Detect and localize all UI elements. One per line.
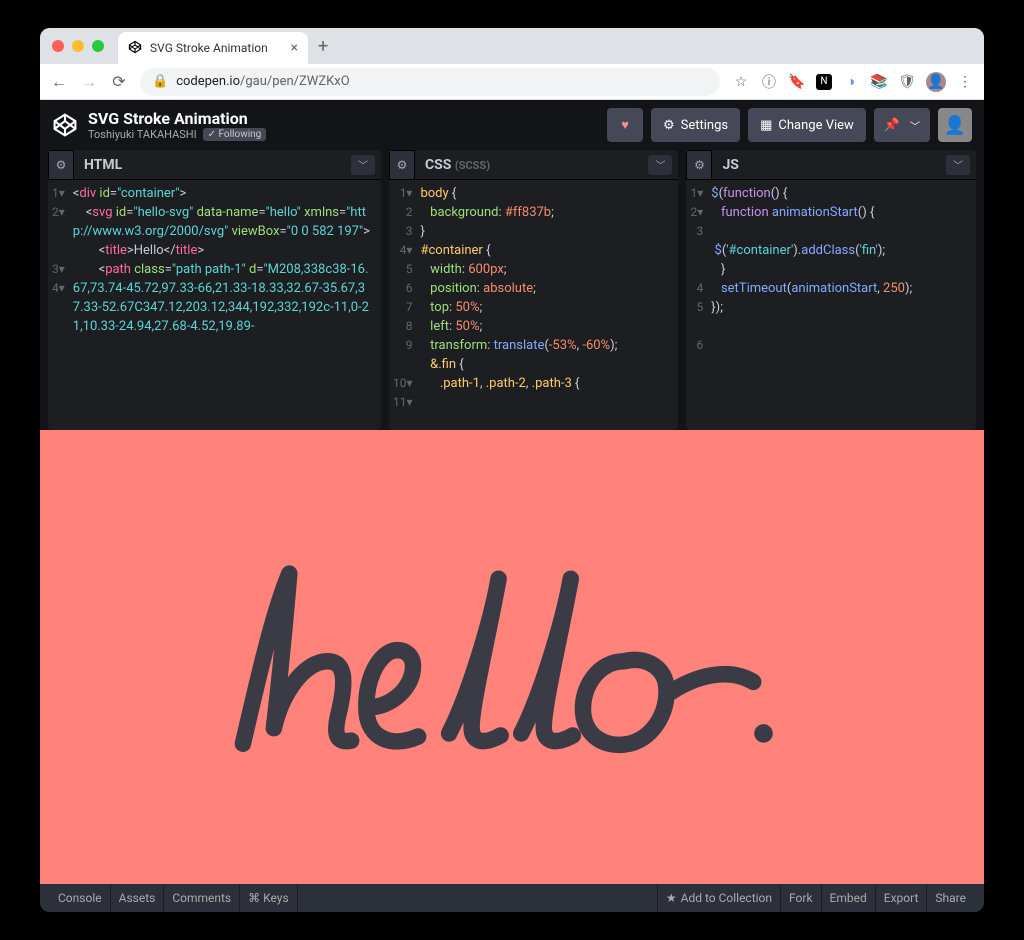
reload-icon[interactable]: ⟳ (110, 72, 128, 91)
browser-chrome: SVG Stroke Animation × + ← → ⟳ 🔒 codepen… (40, 28, 984, 100)
codepen-logo-icon[interactable] (52, 112, 78, 138)
ext-icon-4[interactable]: 📚 (870, 73, 888, 91)
url-host: codepen.io (176, 74, 240, 89)
lock-icon: 🔒 (152, 74, 168, 89)
css-pane-subtitle: (SCSS) (455, 159, 490, 172)
browser-tab[interactable]: SVG Stroke Animation × (118, 32, 308, 64)
new-tab-button[interactable]: + (318, 36, 328, 57)
html-pane-title: HTML (74, 157, 132, 173)
ext-icon-1[interactable]: 🔖 (788, 73, 806, 91)
change-view-button[interactable]: ▦ Change View (748, 108, 866, 142)
back-icon[interactable]: ← (50, 72, 68, 92)
add-to-collection-button[interactable]: ★Add to Collection (657, 884, 780, 912)
ext-icon-3[interactable]: ◑ (842, 73, 860, 91)
fork-button[interactable]: Fork (780, 884, 821, 912)
layout-icon: ▦ (760, 118, 772, 133)
following-badge[interactable]: ✓ Following (203, 128, 267, 141)
gear-icon: ⚙ (663, 118, 675, 133)
toolbar-right: ☆ ⓘ 🔖 N ◑ 📚 🛡 👤 ⋮ (732, 72, 974, 92)
codepen-favicon (128, 40, 142, 57)
console-button[interactable]: Console (50, 884, 111, 912)
pen-title-block: SVG Stroke Animation Toshiyuki TAKAHASHI… (88, 109, 266, 141)
html-pane-header: ⚙ HTML ﹀ (48, 150, 381, 180)
editor-row: ⚙ HTML ﹀ 1▾ 2▾ 3▾ 4▾ <div id="container"… (40, 150, 984, 430)
js-pane-header: ⚙ JS ﹀ (686, 150, 976, 180)
heart-icon: ♥ (621, 117, 629, 133)
minimize-window[interactable] (72, 40, 84, 52)
ext-icon-2[interactable]: N (816, 74, 832, 90)
js-collapse-icon[interactable]: ﹀ (946, 155, 970, 175)
codepen-header: SVG Stroke Animation Toshiyuki TAKAHASHI… (40, 100, 984, 150)
close-window[interactable] (52, 40, 64, 52)
change-view-label: Change View (778, 118, 853, 133)
forward-icon[interactable]: → (80, 72, 98, 92)
js-gutter: 1▾ 2▾ 3 4 5 6 (686, 184, 711, 426)
js-editor[interactable]: 1▾ 2▾ 3 4 5 6 $(function() { function an… (686, 180, 976, 430)
profile-avatar-icon[interactable]: 👤 (926, 72, 946, 92)
ext-icon-5[interactable]: 🛡 (898, 73, 916, 91)
css-pane-header: ⚙ CSS (SCSS) ﹀ (389, 150, 679, 180)
address-bar: ← → ⟳ 🔒 codepen.io/gau/pen/ZWZKxO ☆ ⓘ 🔖 … (40, 64, 984, 100)
js-source[interactable]: $(function() { function animationStart()… (711, 184, 970, 426)
settings-label: Settings (681, 118, 728, 133)
css-gear-icon[interactable]: ⚙ (389, 150, 415, 180)
keys-button[interactable]: ⌘ Keys (240, 884, 298, 912)
html-source[interactable]: <div id="container"> <svg id="hello-svg"… (73, 184, 375, 426)
menu-icon[interactable]: ⋮ (956, 73, 974, 91)
html-editor-pane: ⚙ HTML ﹀ 1▾ 2▾ 3▾ 4▾ <div id="container"… (48, 150, 381, 430)
user-avatar[interactable]: 👤 (938, 108, 972, 142)
embed-button[interactable]: Embed (821, 884, 875, 912)
settings-button[interactable]: ⚙ Settings (651, 108, 740, 142)
header-actions: ♥ ⚙Settings ▦Change View 📌﹀ 👤 (607, 108, 972, 142)
pin-button[interactable]: 📌﹀ (874, 108, 930, 142)
js-editor-pane: ⚙ JS ﹀ 1▾ 2▾ 3 4 5 6 $(function() { func… (686, 150, 976, 430)
url-input[interactable]: 🔒 codepen.io/gau/pen/ZWZKxO (140, 68, 720, 96)
css-source[interactable]: body { background: #ff837b; } #container… (420, 184, 672, 426)
css-editor-pane: ⚙ CSS (SCSS) ﹀ 1▾ 2 3 4▾ 5 6 7 8 9 10▾ 1… (389, 150, 679, 430)
tab-bar: SVG Stroke Animation × + (40, 28, 984, 64)
star-icon: ★ (666, 891, 677, 905)
js-gear-icon[interactable]: ⚙ (686, 150, 712, 180)
css-pane-title: CSS (SCSS) (415, 157, 500, 173)
export-button[interactable]: Export (875, 884, 927, 912)
pen-title: SVG Stroke Animation (88, 109, 266, 128)
chevron-down-icon: ﹀ (910, 118, 920, 133)
html-collapse-icon[interactable]: ﹀ (351, 155, 375, 175)
love-button[interactable]: ♥ (607, 108, 643, 142)
info-icon[interactable]: ⓘ (760, 73, 778, 91)
browser-window: SVG Stroke Animation × + ← → ⟳ 🔒 codepen… (40, 28, 984, 912)
css-collapse-icon[interactable]: ﹀ (648, 155, 672, 175)
html-gear-icon[interactable]: ⚙ (48, 150, 74, 180)
pen-author-line: Toshiyuki TAKAHASHI ✓ Following (88, 128, 266, 141)
css-editor[interactable]: 1▾ 2 3 4▾ 5 6 7 8 9 10▾ 11▾ body { backg… (389, 180, 679, 430)
window-controls (52, 40, 104, 52)
codepen-app: SVG Stroke Animation Toshiyuki TAKAHASHI… (40, 100, 984, 912)
js-pane-title: JS (712, 157, 748, 173)
preview-pane (40, 430, 984, 884)
assets-button[interactable]: Assets (111, 884, 165, 912)
css-gutter: 1▾ 2 3 4▾ 5 6 7 8 9 10▾ 11▾ (389, 184, 421, 426)
comments-button[interactable]: Comments (164, 884, 240, 912)
url-path: /gau/pen/ZWZKxO (240, 74, 350, 89)
maximize-window[interactable] (92, 40, 104, 52)
pin-icon: 📌 (884, 118, 900, 133)
pen-author[interactable]: Toshiyuki TAKAHASHI (88, 128, 197, 141)
close-tab-icon[interactable]: × (291, 40, 298, 56)
html-editor[interactable]: 1▾ 2▾ 3▾ 4▾ <div id="container"> <svg id… (48, 180, 381, 430)
footer-bar: Console Assets Comments ⌘ Keys ★Add to C… (40, 884, 984, 912)
share-button[interactable]: Share (926, 884, 974, 912)
hello-svg (212, 553, 812, 760)
html-gutter: 1▾ 2▾ 3▾ 4▾ (48, 184, 73, 426)
tab-title: SVG Stroke Animation (150, 41, 268, 55)
star-icon[interactable]: ☆ (732, 73, 750, 91)
